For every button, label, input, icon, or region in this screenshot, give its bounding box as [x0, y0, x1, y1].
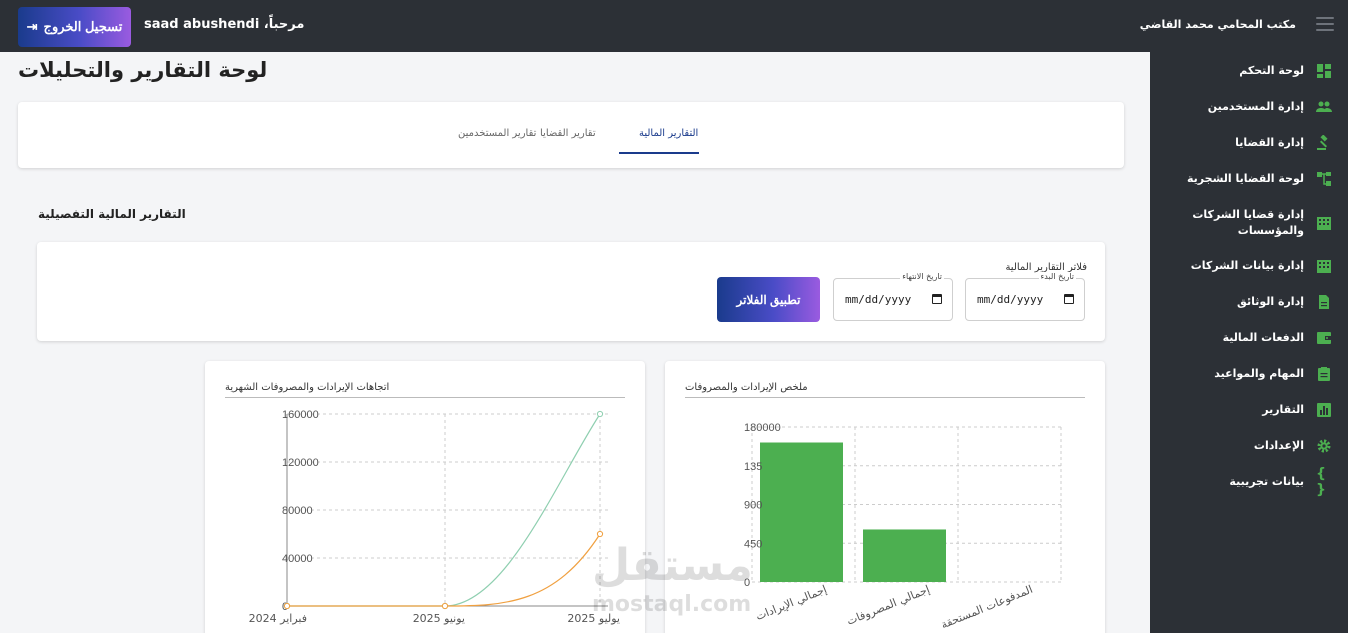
wallet-icon [1316, 330, 1332, 346]
sidebar-item-case-tree[interactable]: لوحة القضايا الشجرية [1150, 170, 1348, 188]
trends-chart-card: اتجاهات الإيرادات والمصروفات الشهرية 040… [205, 361, 645, 633]
sidebar-item-label: بيانات تجريبية [1229, 475, 1304, 488]
end-date-field[interactable]: تاريخ الانتهاء mm/dd/yyyy [833, 272, 953, 321]
data-point [596, 530, 604, 538]
start-date-label: تاريخ البدء [1038, 272, 1076, 281]
dashboard-icon [1316, 63, 1332, 79]
y-tick-label: 120000 [282, 457, 319, 469]
sidebar-item-label: إدارة الوثائق [1237, 295, 1304, 308]
gear-icon [1316, 438, 1332, 454]
logout-button[interactable]: ⇥ تسجيل الخروج [18, 7, 131, 47]
sidebar-item-documents[interactable]: إدارة الوثائق [1150, 293, 1348, 311]
x-tick-label: يونيو 2025 [413, 612, 465, 625]
sidebar-item-company-data[interactable]: إدارة بيانات الشركات [1150, 257, 1348, 275]
clipboard-icon [1316, 366, 1332, 382]
bar [863, 529, 946, 582]
apply-filters-button[interactable]: تطبيق الفلاتر [717, 277, 820, 322]
end-date-label: تاريخ الانتهاء [900, 272, 944, 281]
tab-case-reports[interactable]: تقارير القضايا [540, 128, 596, 139]
sidebar-item-payments[interactable]: الدفعات المالية [1150, 329, 1348, 347]
sidebar-item-label: لوحة القضايا الشجرية [1187, 172, 1304, 185]
sidebar-item-cases[interactable]: إدارة القضايا [1150, 134, 1348, 152]
calendar-icon[interactable] [932, 294, 942, 304]
document-icon [1316, 294, 1332, 310]
sidebar-item-label: إدارة القضايا [1235, 136, 1304, 149]
sidebar-item-label: إدارة قضايا الشركات والمؤسسات [1192, 208, 1304, 237]
line-chart: 04000080000120000160000فبراير 2024يونيو … [249, 409, 620, 625]
sidebar-item-settings[interactable]: الإعدادات [1150, 437, 1348, 455]
calendar-icon[interactable] [1064, 294, 1074, 304]
hamburger-menu-icon[interactable] [1316, 17, 1334, 31]
filter-panel: فلاتر التقارير المالية تاريخ البدء mm/dd… [37, 242, 1105, 341]
building-icon [1316, 258, 1332, 274]
tab-user-reports[interactable]: تقارير المستخدمين [458, 128, 536, 139]
page-title: لوحة التقارير والتحليلات [18, 58, 268, 82]
y-tick-label: 180000 [744, 422, 781, 434]
sidebar: لوحة التحكم إدارة المستخدمين إدارة القضا… [1150, 52, 1348, 633]
sidebar-item-users[interactable]: إدارة المستخدمين [1150, 98, 1348, 116]
summary-chart-card: ملخص الإيرادات والمصروفات 0 450 900 135 1800… [665, 361, 1105, 633]
x-tick-label: المدفوعات المستحقة [939, 583, 1034, 632]
bar [760, 442, 843, 582]
report-tabs: التقارير المالية تقارير القضايا تقارير ا… [18, 102, 1124, 168]
top-bar: ⇥ تسجيل الخروج مرحباً، saad abushendi مك… [0, 0, 1348, 52]
y-tick-label: 900 [744, 500, 762, 512]
end-date-value: mm/dd/yyyy [845, 293, 912, 306]
data-point [596, 410, 604, 418]
data-point [283, 602, 291, 610]
y-tick-label: 0 [744, 577, 750, 589]
y-tick-label: 80000 [282, 505, 313, 517]
sidebar-item-label: إدارة بيانات الشركات [1190, 259, 1304, 272]
building-icon [1316, 215, 1332, 231]
x-tick-label: يوليو 2025 [567, 612, 620, 625]
data-point [441, 602, 449, 610]
logout-icon: ⇥ [26, 19, 38, 34]
sidebar-item-dashboard[interactable]: لوحة التحكم [1150, 62, 1348, 80]
welcome-text: مرحباً، saad abushendi [144, 17, 305, 32]
start-date-value: mm/dd/yyyy [977, 293, 1044, 306]
y-tick-label: 450 [744, 538, 762, 550]
y-tick-label: 160000 [282, 409, 319, 421]
sidebar-item-reports[interactable]: التقارير [1150, 401, 1348, 419]
section-title: التقارير المالية التفصيلية [38, 207, 186, 221]
x-tick-label: إجمالي الإيرادات [754, 583, 829, 623]
code-braces-icon: { } [1316, 466, 1326, 498]
active-tab-indicator [619, 152, 699, 154]
sidebar-item-label: المهام والمواعيد [1214, 367, 1304, 380]
y-tick-label: 135 [744, 461, 762, 473]
start-date-field[interactable]: تاريخ البدء mm/dd/yyyy [965, 272, 1085, 321]
x-tick-label: فبراير 2024 [249, 612, 307, 625]
users-icon [1316, 99, 1332, 115]
sidebar-item-label: الإعدادات [1253, 439, 1304, 452]
office-name: مكتب المحامي محمد القاضي [1139, 18, 1296, 31]
sidebar-item-label: الدفعات المالية [1222, 331, 1304, 344]
gavel-icon [1316, 135, 1332, 151]
sidebar-item-label: لوحة التحكم [1239, 64, 1304, 77]
sidebar-item-label: إدارة المستخدمين [1207, 100, 1304, 113]
series-line [287, 533, 601, 607]
sidebar-item-company-cases[interactable]: إدارة قضايا الشركات والمؤسسات [1150, 206, 1348, 240]
y-tick-label: 40000 [282, 553, 313, 565]
tree-icon [1316, 171, 1332, 187]
bar-chart: 0 450 900 135 180000 إجمالي الإيرادات إجمالي ا… [744, 422, 1062, 632]
sidebar-item-tasks[interactable]: المهام والمواعيد [1150, 365, 1348, 383]
logout-label: تسجيل الخروج [43, 19, 123, 34]
x-tick-label: إجمالي المصروفات [845, 583, 932, 628]
tab-financial-reports[interactable]: التقارير المالية [639, 128, 698, 139]
sidebar-item-sample-data[interactable]: بيانات تجريبية { } [1150, 466, 1348, 498]
bar-chart-icon [1316, 402, 1332, 418]
sidebar-item-label: التقارير [1262, 403, 1304, 416]
